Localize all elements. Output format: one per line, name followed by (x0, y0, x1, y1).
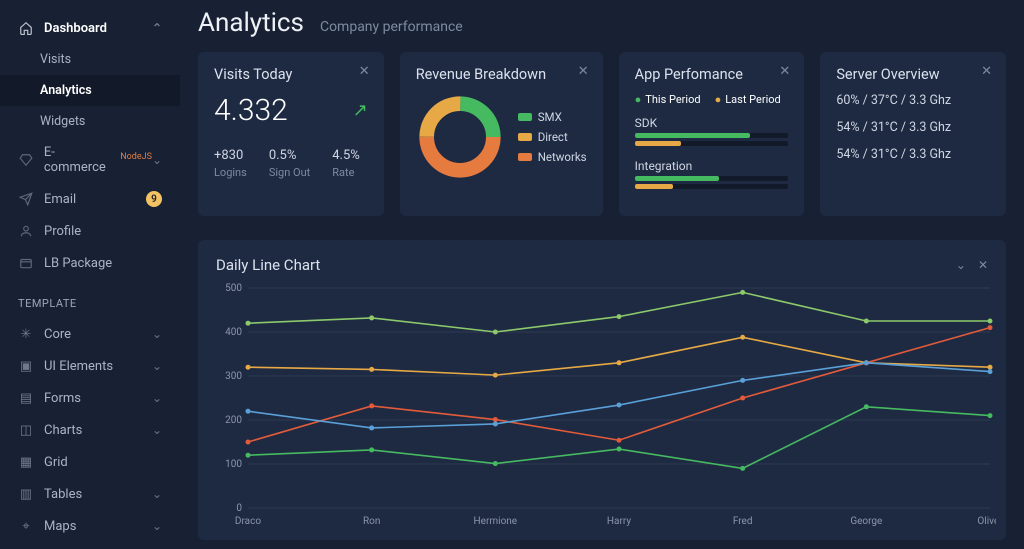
generic-icon: ▤ (18, 390, 34, 406)
sidebar-section-template: TEMPLATE (0, 279, 180, 318)
sidebar-item-tables[interactable]: ▥Tables⌄ (0, 478, 180, 510)
svg-text:300: 300 (225, 371, 242, 382)
card-title: Visits Today (214, 66, 368, 83)
svg-text:Ron: Ron (363, 516, 380, 527)
stat-col: 0.5%Sign Out (269, 148, 310, 179)
server-stat-line: 54% / 31°C / 3.3 Ghz (836, 147, 990, 162)
line-chart: 0 100 200 300 400 500 Draco Ron Hermione Harry Fre… (216, 278, 996, 530)
svg-text:200: 200 (225, 415, 242, 426)
page-title: Analytics (198, 8, 304, 38)
svg-text:Harry: Harry (607, 516, 631, 527)
generic-icon: ▦ (18, 454, 34, 470)
sidebar-item-dashboard[interactable]: Dashboard ⌃ (0, 12, 180, 44)
main-content: Analytics Company performance Visits Tod… (180, 0, 1024, 549)
sidebar-item-email[interactable]: Email 9 (0, 183, 180, 215)
svg-text:100: 100 (225, 459, 242, 470)
donut-chart (416, 93, 504, 181)
sidebar-label: Dashboard (44, 21, 107, 36)
card-title: Server Overview (836, 66, 990, 83)
diamond-icon (18, 152, 34, 168)
sidebar-item-core[interactable]: ✳Core⌄ (0, 318, 180, 350)
stat-col: +830Logins (214, 148, 247, 179)
bar-group: Integration (635, 159, 789, 192)
card-server-overview: Server Overview ✕ 60% / 37°C / 3.3 Ghz 54… (820, 52, 1006, 216)
chart-title: Daily Line Chart (216, 256, 320, 274)
chevron-down-icon: ⌄ (152, 423, 162, 437)
chevron-down-icon[interactable]: ⌄ (956, 258, 966, 272)
page-subtitle: Company performance (320, 19, 463, 35)
trend-up-icon: ↗ (353, 100, 368, 121)
svg-text:Fred: Fred (733, 516, 753, 527)
generic-icon: ✳ (18, 326, 34, 342)
email-count-badge: 9 (146, 191, 162, 207)
sidebar-item-visits[interactable]: Visits (0, 44, 180, 75)
sidebar: Dashboard ⌃ Visits Analytics Widgets E-c… (0, 0, 180, 549)
generic-icon: ▥ (18, 486, 34, 502)
page-header: Analytics Company performance (198, 8, 1006, 38)
card-title: App Perfomance (635, 66, 789, 83)
chevron-down-icon: ⌄ (152, 519, 162, 533)
generic-icon: ⌖ (18, 518, 34, 534)
svg-text:0: 0 (236, 503, 242, 514)
chevron-down-icon: ⌄ (152, 153, 162, 167)
chevron-down-icon: ⌄ (152, 487, 162, 501)
legend-item: Direct (518, 130, 587, 144)
home-icon (18, 20, 34, 36)
legend-item: Networks (518, 150, 587, 164)
sidebar-item-lb-package[interactable]: LB Package (0, 247, 180, 279)
send-icon (18, 191, 34, 207)
svg-text:400: 400 (225, 327, 242, 338)
svg-text:Oliver: Oliver (977, 516, 996, 527)
legend-last-period: Last Period (715, 93, 781, 106)
card-revenue-breakdown: Revenue Breakdown ✕ SMX Direct Networks (400, 52, 603, 216)
svg-text:500: 500 (225, 283, 242, 294)
close-icon[interactable]: ✕ (578, 64, 589, 79)
sidebar-item-ecommerce[interactable]: E-commerce NodeJS ⌄ (0, 137, 180, 183)
visits-value: 4.332 (214, 93, 288, 128)
sidebar-item-profile[interactable]: Profile (0, 215, 180, 247)
close-icon[interactable]: ✕ (359, 64, 370, 79)
bar-group: SDK (635, 116, 789, 149)
svg-text:George: George (850, 516, 882, 527)
close-icon[interactable]: ✕ (779, 64, 790, 79)
svg-text:Hermione: Hermione (474, 516, 518, 527)
svg-text:Draco: Draco (235, 516, 261, 527)
user-icon (18, 223, 34, 239)
legend-this-period: This Period (635, 93, 701, 106)
server-stat-line: 60% / 37°C / 3.3 Ghz (836, 93, 990, 108)
sidebar-item-forms[interactable]: ▤Forms⌄ (0, 382, 180, 414)
sidebar-item-maps[interactable]: ⌖Maps⌄ (0, 510, 180, 542)
sidebar-item-ui-elements[interactable]: ▣UI Elements⌄ (0, 350, 180, 382)
chevron-up-icon: ⌃ (152, 21, 162, 35)
sidebar-item-grid[interactable]: ▦Grid (0, 446, 180, 478)
generic-icon: ◫ (18, 422, 34, 438)
chevron-down-icon: ⌄ (152, 391, 162, 405)
card-app-performance: App Perfomance ✕ This Period Last Period… (619, 52, 805, 216)
close-icon[interactable]: ✕ (978, 258, 988, 272)
server-stat-line: 54% / 31°C / 3.3 Ghz (836, 120, 990, 135)
close-icon[interactable]: ✕ (981, 64, 992, 79)
nodejs-badge: NodeJS (120, 152, 152, 162)
sidebar-item-analytics[interactable]: Analytics (0, 75, 180, 106)
chevron-down-icon: ⌄ (152, 359, 162, 373)
legend-item: SMX (518, 110, 587, 124)
card-title: Revenue Breakdown (416, 66, 587, 83)
chevron-down-icon: ⌄ (152, 327, 162, 341)
package-icon (18, 255, 34, 271)
sidebar-item-widgets[interactable]: Widgets (0, 106, 180, 137)
stat-col: 4.5%Rate (332, 148, 360, 179)
sidebar-item-charts[interactable]: ◫Charts⌄ (0, 414, 180, 446)
generic-icon: ▣ (18, 358, 34, 374)
card-daily-line-chart: Daily Line Chart ⌄ ✕ 0 100 200 300 400 500 Dra… (198, 240, 1006, 540)
card-visits-today: Visits Today ✕ 4.332 ↗ +830Logins 0.5%Sig… (198, 52, 384, 216)
